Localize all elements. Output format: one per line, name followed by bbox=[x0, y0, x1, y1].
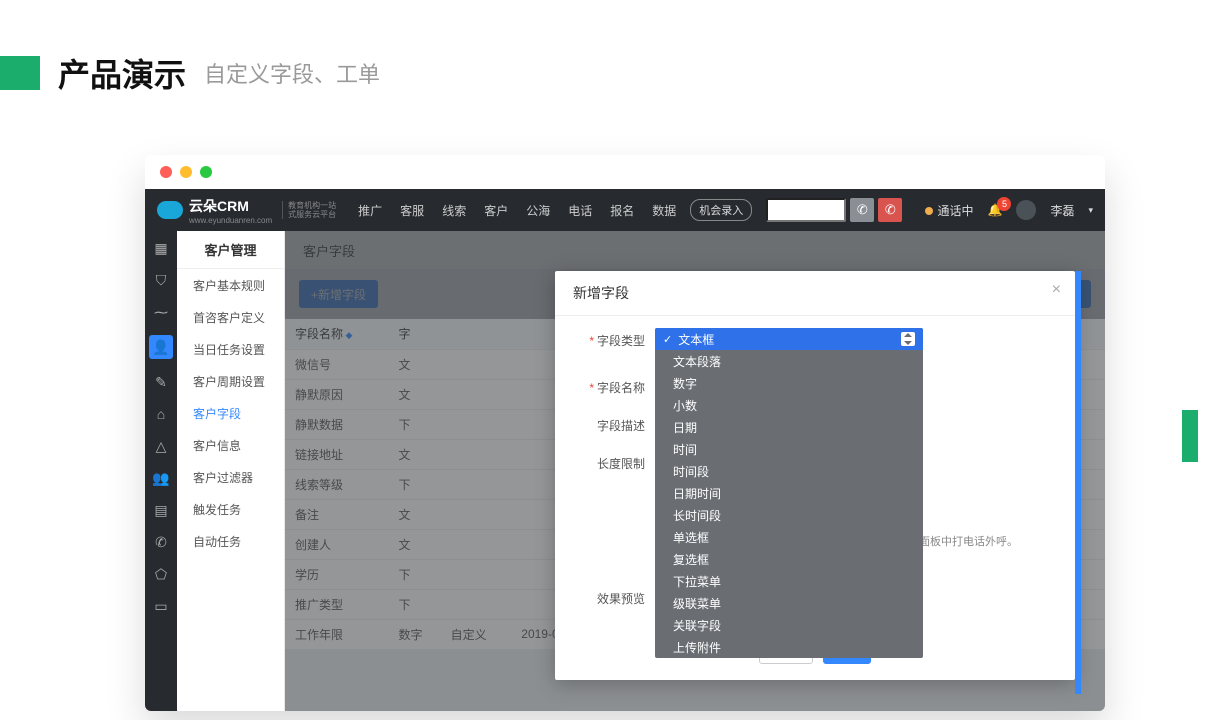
user-name[interactable]: 李磊 bbox=[1050, 202, 1074, 219]
logo-cloud-icon bbox=[157, 201, 183, 219]
sidebar-item-6[interactable]: 客户过滤器 bbox=[177, 461, 284, 493]
close-window-icon[interactable] bbox=[160, 166, 172, 178]
sidebar-item-2[interactable]: 当日任务设置 bbox=[177, 333, 284, 365]
logo-tagline: 教育机构一站式服务云平台 bbox=[282, 201, 336, 219]
add-field-modal: 新增字段 × *字段类型 文本框 文本段落数字小数日期时间时间段日期时间长时间段… bbox=[555, 271, 1075, 680]
dropdown-option-4[interactable]: 时间 bbox=[655, 438, 923, 460]
tag-icon[interactable]: ⬠ bbox=[152, 565, 170, 583]
app-top-bar: 云朵CRM www.eyunduanren.com 教育机构一站式服务云平台 推… bbox=[145, 189, 1105, 231]
maximize-window-icon[interactable] bbox=[200, 166, 212, 178]
sidebar-item-3[interactable]: 客户周期设置 bbox=[177, 365, 284, 397]
pencil-icon[interactable]: ✎ bbox=[152, 373, 170, 391]
topnav-2[interactable]: 线索 bbox=[442, 202, 466, 219]
sidebar-item-0[interactable]: 客户基本规则 bbox=[177, 269, 284, 301]
sidebar-item-1[interactable]: 首咨客户定义 bbox=[177, 301, 284, 333]
dropdown-selected[interactable]: 文本框 bbox=[655, 328, 923, 350]
dropdown-stepper-icon[interactable] bbox=[901, 332, 915, 346]
opportunity-link[interactable]: 机会录入 bbox=[690, 199, 752, 221]
dropdown-option-7[interactable]: 长时间段 bbox=[655, 504, 923, 526]
avatar[interactable] bbox=[1016, 200, 1036, 220]
sidebar-item-5[interactable]: 客户信息 bbox=[177, 429, 284, 461]
icon-rail: ▦ ⛉ ⁓ 👤 ✎ ⌂ △ 👥 ▤ ✆ ⬠ ▭ bbox=[145, 231, 177, 711]
sidebar: 客户管理 客户基本规则首咨客户定义当日任务设置客户周期设置客户字段客户信息客户过… bbox=[177, 231, 285, 711]
dropdown-option-11[interactable]: 级联菜单 bbox=[655, 592, 923, 614]
chart-icon[interactable]: ⁓ bbox=[152, 303, 170, 321]
sidebar-item-8[interactable]: 自动任务 bbox=[177, 525, 284, 557]
topnav-1[interactable]: 客服 bbox=[400, 202, 424, 219]
minimize-window-icon[interactable] bbox=[180, 166, 192, 178]
logo-text: 云朵CRM bbox=[189, 196, 272, 216]
sidebar-item-7[interactable]: 触发任务 bbox=[177, 493, 284, 525]
dropdown-option-12[interactable]: 关联字段 bbox=[655, 614, 923, 636]
home-icon[interactable]: ⌂ bbox=[152, 405, 170, 423]
people-icon[interactable]: 👥 bbox=[152, 469, 170, 487]
label-field-name: *字段名称 bbox=[573, 375, 645, 396]
call-answer-icon[interactable]: ✆ bbox=[850, 198, 874, 222]
label-field-type: *字段类型 bbox=[573, 328, 645, 349]
user-icon[interactable]: 👤 bbox=[149, 335, 173, 359]
sidebar-title: 客户管理 bbox=[177, 231, 284, 269]
browser-window: 云朵CRM www.eyunduanren.com 教育机构一站式服务云平台 推… bbox=[145, 155, 1105, 711]
dropdown-option-10[interactable]: 下拉菜单 bbox=[655, 570, 923, 592]
logo-url: www.eyunduanren.com bbox=[189, 216, 272, 225]
dropdown-option-1[interactable]: 数字 bbox=[655, 372, 923, 394]
dropdown-option-6[interactable]: 日期时间 bbox=[655, 482, 923, 504]
topnav-4[interactable]: 公海 bbox=[526, 202, 550, 219]
sidebar-item-4[interactable]: 客户字段 bbox=[177, 397, 284, 429]
call-status: 通话中 bbox=[925, 202, 973, 219]
label-field-len: 长度限制 bbox=[573, 451, 645, 472]
window-controls bbox=[145, 155, 1105, 189]
slide-subtitle: 自定义字段、工单 bbox=[204, 57, 380, 89]
close-icon[interactable]: × bbox=[1052, 281, 1061, 299]
topnav-6[interactable]: 报名 bbox=[610, 202, 634, 219]
status-dot-icon bbox=[925, 207, 933, 215]
modal-title: 新增字段 × bbox=[555, 271, 1075, 316]
main-pane: 客户字段 +新增字段 搜索 字段名称字 微信号文编辑静默原因文编辑删除静默数据下… bbox=[285, 231, 1105, 711]
shield-icon[interactable]: ⛉ bbox=[152, 271, 170, 289]
grid-icon[interactable]: ▦ bbox=[152, 239, 170, 257]
label-preview: 效果预览 bbox=[573, 586, 645, 607]
accent-bar bbox=[0, 56, 40, 90]
note-icon[interactable]: ▤ bbox=[152, 501, 170, 519]
accent-right-bar bbox=[1182, 410, 1198, 462]
label-field-desc: 字段描述 bbox=[573, 413, 645, 434]
call-hangup-icon[interactable]: ✆ bbox=[878, 198, 902, 222]
top-nav: 推广 客服 线索 客户 公海 电话 报名 数据 bbox=[358, 202, 676, 219]
user-menu-caret-icon[interactable]: ▾ bbox=[1088, 205, 1093, 216]
global-search-input[interactable] bbox=[766, 198, 846, 222]
dropdown-option-2[interactable]: 小数 bbox=[655, 394, 923, 416]
topnav-7[interactable]: 数据 bbox=[652, 202, 676, 219]
topnav-0[interactable]: 推广 bbox=[358, 202, 382, 219]
dropdown-option-0[interactable]: 文本段落 bbox=[655, 350, 923, 372]
topnav-3[interactable]: 客户 bbox=[484, 202, 508, 219]
logo-block[interactable]: 云朵CRM www.eyunduanren.com 教育机构一站式服务云平台 bbox=[157, 196, 336, 225]
field-type-dropdown[interactable]: 文本框 文本段落数字小数日期时间时间段日期时间长时间段单选框复选框下拉菜单级联菜… bbox=[655, 328, 923, 658]
dropdown-option-8[interactable]: 单选框 bbox=[655, 526, 923, 548]
card-icon[interactable]: ▭ bbox=[152, 597, 170, 615]
slide-title: 产品演示 bbox=[58, 50, 186, 96]
dropdown-option-5[interactable]: 时间段 bbox=[655, 460, 923, 482]
topnav-5[interactable]: 电话 bbox=[568, 202, 592, 219]
phone-icon[interactable]: ✆ bbox=[152, 533, 170, 551]
dropdown-option-13[interactable]: 上传附件 bbox=[655, 636, 923, 658]
dropdown-option-9[interactable]: 复选框 bbox=[655, 548, 923, 570]
modal-accent-bar bbox=[1075, 271, 1081, 694]
notifications-icon[interactable]: 🔔5 bbox=[988, 203, 1003, 217]
triangle-icon[interactable]: △ bbox=[152, 437, 170, 455]
dropdown-option-3[interactable]: 日期 bbox=[655, 416, 923, 438]
notifications-badge: 5 bbox=[997, 197, 1011, 211]
